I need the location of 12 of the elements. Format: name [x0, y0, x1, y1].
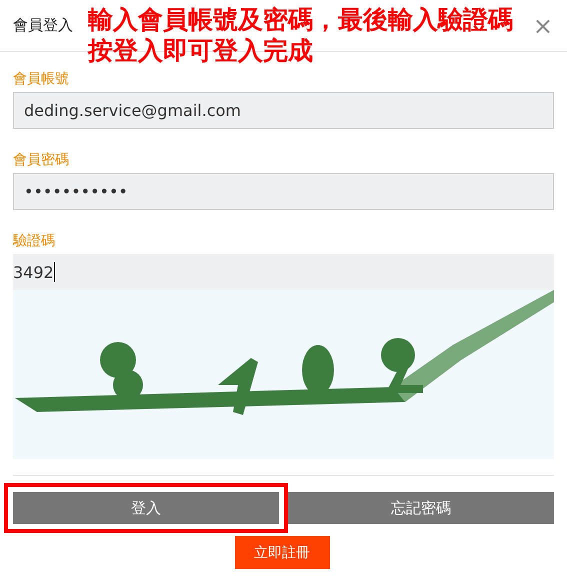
field-label: 會員密碼: [13, 151, 70, 169]
input-field[interactable]: deding.service@gmail.com: [13, 92, 554, 129]
login-button[interactable]: 登入: [13, 492, 279, 524]
annotation-text: 輸入會員帳號及密碼，最後輸入驗證碼: [88, 4, 513, 35]
forgot-password-button[interactable]: 忘記密碼: [288, 492, 554, 524]
captcha-field[interactable]: 3492: [13, 254, 554, 290]
annotation-text: 按登入即可登入完成: [88, 35, 313, 66]
field-label: 驗證碼: [13, 232, 56, 250]
input-field[interactable]: •••••••••••: [13, 173, 554, 210]
register-button[interactable]: 立即註冊: [234, 536, 330, 569]
field-label: 會員帳號: [13, 70, 70, 88]
dialog-title: 會員登入: [13, 16, 73, 35]
